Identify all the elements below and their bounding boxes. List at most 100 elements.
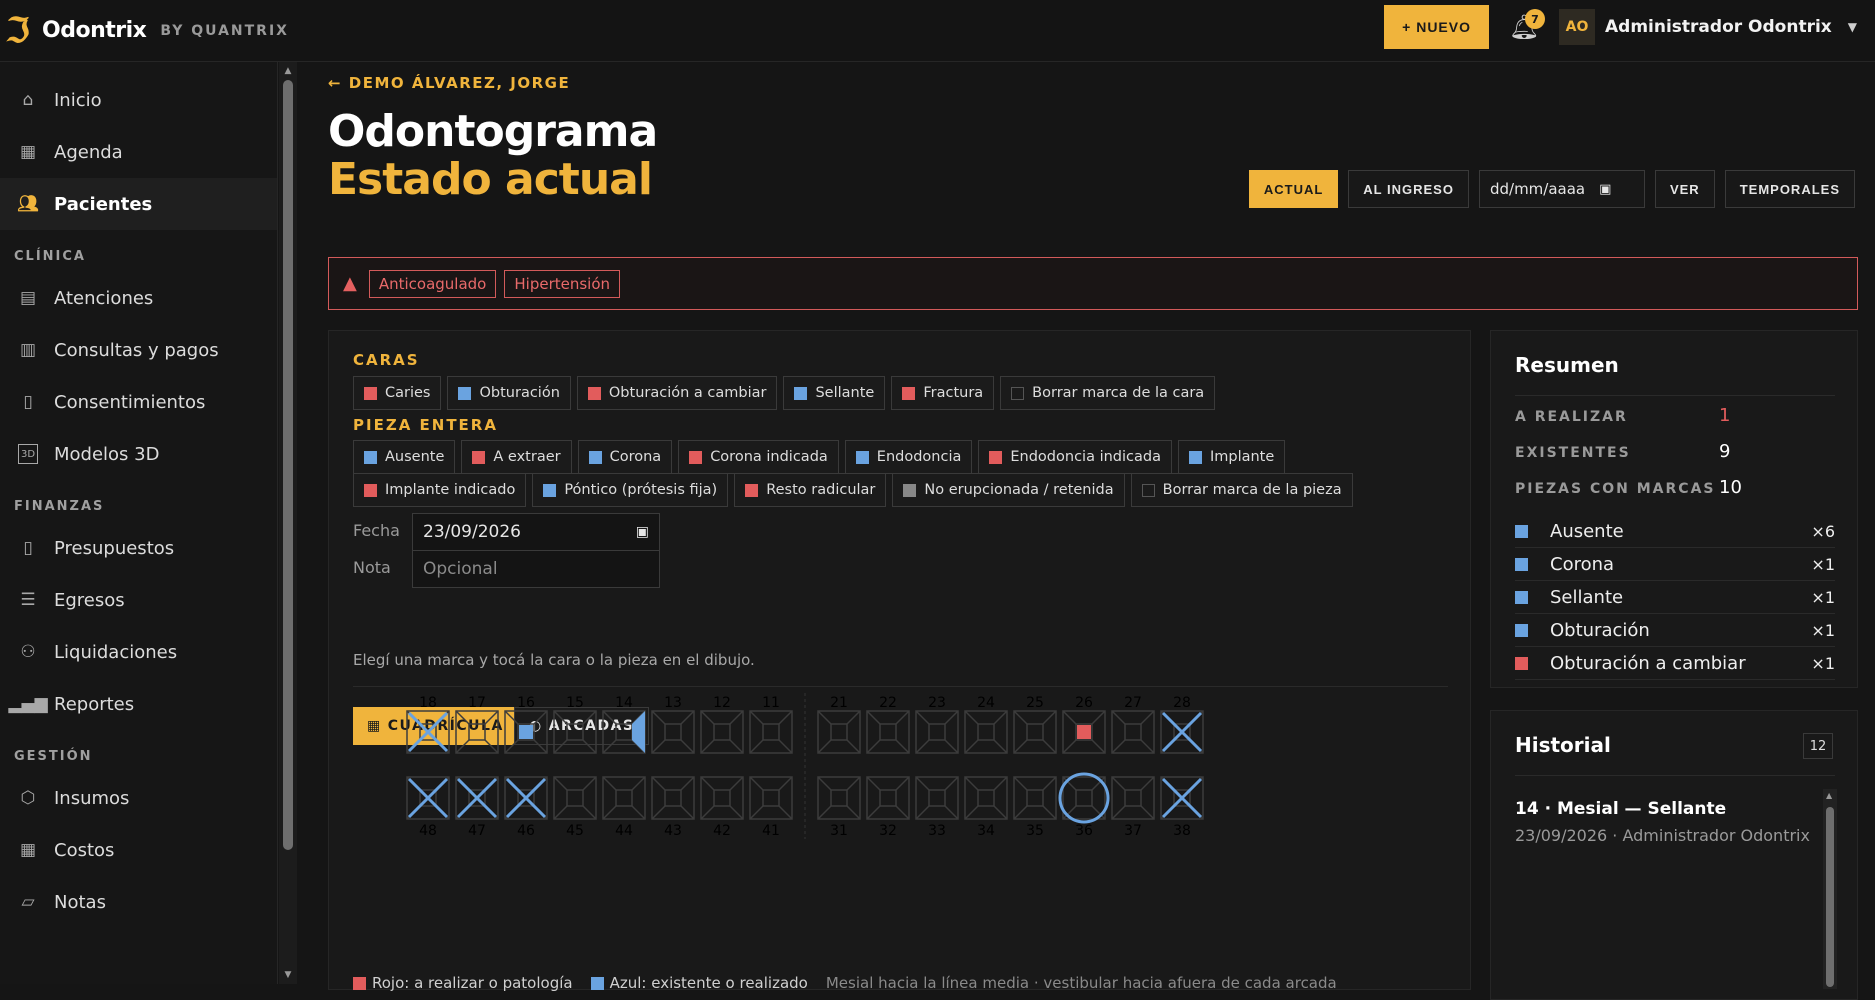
tooth-34[interactable]: 34 — [964, 776, 1008, 839]
tooth-23[interactable]: 23 — [915, 695, 959, 754]
tooth-14[interactable]: 14 — [602, 695, 646, 754]
summary-row: Corona ×1 — [1515, 548, 1835, 581]
tooth-27[interactable]: 27 — [1111, 695, 1155, 754]
tooth-42[interactable]: 42 — [700, 776, 744, 839]
back-link[interactable]: ← DEMO ÁLVAREZ, JORGE — [328, 74, 570, 92]
legend-blue-label: Azul: existente o realizado — [609, 974, 808, 992]
tooth-face-divider — [817, 776, 832, 791]
tooth-number: 47 — [468, 823, 486, 839]
temporales-button[interactable]: TEMPORALES — [1724, 170, 1855, 208]
sidebar-item-label: Costos — [54, 839, 115, 861]
tooth-45[interactable]: 45 — [553, 776, 597, 839]
sidebar-scrollbar[interactable]: ▲ ▼ — [279, 62, 297, 984]
tooth-37[interactable]: 37 — [1111, 776, 1155, 839]
sidebar-item-pacientes[interactable]: 👥︎ Pacientes — [0, 178, 277, 230]
tooth-center-face — [615, 789, 633, 807]
tooth-24[interactable]: 24 — [964, 695, 1008, 754]
summary-row: Obturación ×1 — [1515, 614, 1835, 647]
tooth-face-divider — [602, 739, 617, 754]
tooth-face-divider — [1042, 776, 1057, 791]
summary-row-count: ×1 — [1811, 653, 1835, 673]
sidebar-item-agenda[interactable]: ▦ Agenda — [0, 126, 277, 178]
notifications-button[interactable]: 🔔︎ 7 — [1507, 7, 1545, 47]
tooth-11[interactable]: 11 — [749, 695, 793, 754]
tooth-face-divider — [582, 739, 597, 754]
logo-icon: ℑ — [6, 10, 30, 51]
tooth-center-face — [762, 723, 780, 741]
tooth-face-divider — [915, 710, 930, 725]
sidebar: ⌂ Inicio ▦ Agenda 👥︎ Pacientes CLÍNICA ▤… — [0, 62, 278, 984]
tooth-center-face — [977, 723, 995, 741]
tooth-36[interactable]: 36 — [1058, 772, 1110, 839]
stat-label: EXISTENTES — [1515, 445, 1631, 461]
summary-row-count: ×1 — [1811, 620, 1835, 640]
sidebar-item-costos[interactable]: ▦ Costos — [0, 824, 277, 876]
user-menu[interactable]: AO Administrador Odontrix ▼ — [1559, 9, 1857, 45]
history-entry[interactable]: 14 · Mesial — Sellante 23/09/2026 · Admi… — [1515, 799, 1815, 847]
tooth-26[interactable]: 26 — [1062, 695, 1106, 754]
tooth-15[interactable]: 15 — [553, 695, 597, 754]
tooth-17[interactable]: 17 — [455, 695, 499, 754]
tooth-face-divider — [455, 739, 470, 754]
summary-row-count: ×6 — [1811, 521, 1835, 541]
tooth-22[interactable]: 22 — [866, 695, 910, 754]
tooth-number: 15 — [566, 695, 584, 711]
tooth-21[interactable]: 21 — [817, 695, 861, 754]
scroll-thumb[interactable] — [1826, 807, 1834, 987]
tooth-16[interactable]: 16 — [504, 695, 548, 754]
tooth-47[interactable]: 47 — [455, 776, 499, 839]
sidebar-item-liquidaciones[interactable]: ⚇ Liquidaciones — [0, 626, 277, 678]
tooth-face-divider — [964, 739, 979, 754]
view-date-input[interactable]: dd/mm/aaaa ▣ — [1478, 170, 1645, 208]
tooth-number: 13 — [664, 695, 682, 711]
tooth-46[interactable]: 46 — [504, 776, 548, 839]
sidebar-item-notas[interactable]: ▱ Notas — [0, 876, 277, 928]
sidebar-item-modelos-3d[interactable]: 3D Modelos 3D — [0, 428, 277, 480]
tooth-41[interactable]: 41 — [749, 776, 793, 839]
tooth-number: 18 — [419, 695, 437, 711]
summary-card: Resumen A REALIZAR 1 EXISTENTES 9 PIEZAS… — [1490, 330, 1858, 688]
tooth-31[interactable]: 31 — [817, 776, 861, 839]
sidebar-item-consentimientos[interactable]: ▯ Consentimientos — [0, 376, 277, 428]
tooth-12[interactable]: 12 — [700, 695, 744, 754]
al-ingreso-button[interactable]: AL INGRESO — [1348, 170, 1469, 208]
tooth-43[interactable]: 43 — [651, 776, 695, 839]
history-title: Historial — [1515, 733, 1611, 757]
tooth-28[interactable]: 28 — [1160, 695, 1204, 754]
tooth-25[interactable]: 25 — [1013, 695, 1057, 754]
tooth-38[interactable]: 38 — [1160, 776, 1204, 839]
tooth-33[interactable]: 33 — [915, 776, 959, 839]
tooth-18[interactable]: 18 — [406, 695, 450, 754]
sidebar-item-consultas[interactable]: ▥ Consultas y pagos — [0, 324, 277, 376]
page-subtitle: Estado actual — [328, 154, 653, 205]
tooth-35[interactable]: 35 — [1013, 776, 1057, 839]
color-swatch — [1515, 656, 1528, 670]
scroll-up-icon[interactable]: ▲ — [1826, 791, 1832, 800]
sidebar-item-insumos[interactable]: ⬡ Insumos — [0, 772, 277, 824]
sidebar-item-inicio[interactable]: ⌂ Inicio — [0, 74, 277, 126]
actual-button[interactable]: ACTUAL — [1248, 170, 1339, 208]
tooth-44[interactable]: 44 — [602, 776, 646, 839]
scroll-thumb[interactable] — [283, 80, 293, 850]
obturacion-cambiar-mark — [1077, 725, 1091, 739]
tooth-32[interactable]: 32 — [866, 776, 910, 839]
sidebar-item-label: Agenda — [54, 141, 123, 163]
list-icon: ☰ — [20, 590, 36, 610]
sidebar-item-atenciones[interactable]: ▤ Atenciones — [0, 272, 277, 324]
scroll-up-icon[interactable]: ▲ — [283, 66, 293, 76]
new-button[interactable]: + NUEVO — [1384, 5, 1489, 49]
tooth-number: 27 — [1124, 695, 1142, 711]
sidebar-item-egresos[interactable]: ☰ Egresos — [0, 574, 277, 626]
tooth-center-face — [1075, 789, 1093, 807]
ver-button[interactable]: VER — [1654, 170, 1715, 208]
history-scrollbar[interactable]: ▲ — [1823, 789, 1837, 989]
sidebar-item-presupuestos[interactable]: ▯ Presupuestos — [0, 522, 277, 574]
alert-tag: Hipertensión — [504, 269, 621, 298]
scroll-down-icon[interactable]: ▼ — [283, 970, 293, 980]
tooth-13[interactable]: 13 — [651, 695, 695, 754]
sidebar-item-reportes[interactable]: ▂▄▆ Reportes — [0, 678, 277, 730]
tooth-center-face — [928, 723, 946, 741]
tooth-48[interactable]: 48 — [406, 776, 450, 839]
tooth-face-divider — [1091, 710, 1106, 725]
brand[interactable]: ℑ Odontrix BY QUANTRIX — [6, 11, 289, 51]
